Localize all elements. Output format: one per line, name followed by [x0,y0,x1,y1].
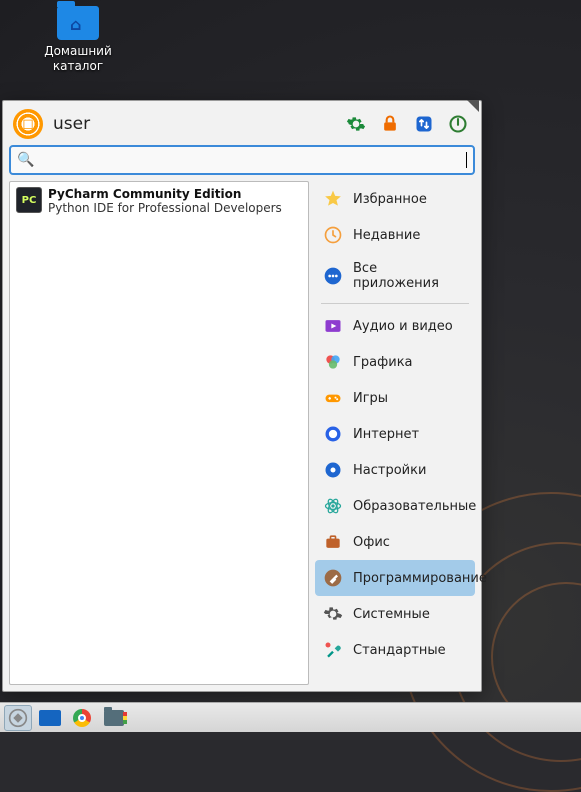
category-pref[interactable]: Настройки [315,452,475,488]
taskbar-show-desktop[interactable] [36,705,64,731]
taskbar-menu-button[interactable] [4,705,32,731]
desktop: ⌂ Домашний каталог ◻ user 🔍 [0,0,581,732]
dots-icon [323,266,343,286]
desktop-icon [39,710,61,726]
folder-icon: ⌂ [57,6,99,40]
menu-header: ◻ user [3,101,481,145]
play-icon [323,316,343,336]
taskbar [0,702,581,732]
app-title: PyCharm Community Edition [48,187,282,201]
search-row: 🔍 [3,145,481,181]
settings-button[interactable] [343,111,369,137]
category-office[interactable]: Офис [315,524,475,560]
app-icon: PC [16,187,42,213]
files-icon [104,710,124,726]
category-gfx[interactable]: Графика [315,344,475,380]
category-sys[interactable]: Системные [315,596,475,632]
lock-icon [380,114,400,134]
category-std[interactable]: Стандартные [315,632,475,668]
desktop-icon-label: Домашний каталог [30,44,126,74]
application-list[interactable]: PC PyCharm Community EditionPython IDE fo… [9,181,309,685]
search-box[interactable]: 🔍 [9,145,475,175]
star-icon [323,189,343,209]
category-label: Системные [353,607,430,622]
gear-icon [346,114,366,134]
cog-icon [323,460,343,480]
chrome-icon [73,709,91,727]
hammer-icon [323,568,343,588]
category-label: Офис [353,535,390,550]
clock-icon [323,225,343,245]
tools-icon [323,640,343,660]
category-label: Все приложения [353,261,467,291]
search-icon: 🔍 [17,152,34,168]
menu-pointer [467,100,479,112]
category-label: Образовательные [353,499,476,514]
lock-button[interactable] [377,111,403,137]
switch-user-button[interactable] [411,111,437,137]
taskbar-files[interactable] [100,705,128,731]
category-label: Настройки [353,463,426,478]
category-label: Интернет [353,427,419,442]
category-av[interactable]: Аудио и видео [315,308,475,344]
logout-button[interactable] [445,111,471,137]
category-dev[interactable]: Программирование [315,560,475,596]
category-edu[interactable]: Образовательные [315,488,475,524]
swap-icon [414,114,434,134]
globe-icon [323,424,343,444]
app-description: Python IDE for Professional Developers [48,201,282,215]
category-separator [321,303,469,304]
category-label: Стандартные [353,643,446,658]
category-label: Графика [353,355,413,370]
category-games[interactable]: Игры [315,380,475,416]
category-net[interactable]: Интернет [315,416,475,452]
text-caret [466,152,467,168]
briefcase-icon [323,532,343,552]
app-item-pycharm[interactable]: PC PyCharm Community EditionPython IDE fo… [10,182,308,220]
search-input[interactable] [40,153,466,168]
taskbar-browser[interactable] [68,705,96,731]
category-label: Программирование [353,571,487,586]
logout-icon [448,114,468,134]
palette-icon [323,352,343,372]
category-label: Избранное [353,192,427,207]
category-label: Недавние [353,228,420,243]
gamepad-icon [323,388,343,408]
atom-icon [323,496,343,516]
category-all[interactable]: Все приложения [315,253,475,299]
category-fav[interactable]: Избранное [315,181,475,217]
application-menu: ◻ user 🔍 PCPyCharm Communi [2,100,482,692]
category-recent[interactable]: Недавние [315,217,475,253]
category-label: Игры [353,391,388,406]
distro-icon: ◻ [13,109,43,139]
menu-icon [8,708,28,728]
category-label: Аудио и видео [353,319,453,334]
category-list: Избранное Недавние Все приложения Аудио и в… [315,181,475,685]
gear-icon [323,604,343,624]
desktop-icon-home[interactable]: ⌂ Домашний каталог [30,6,126,74]
username-label: user [53,114,90,134]
